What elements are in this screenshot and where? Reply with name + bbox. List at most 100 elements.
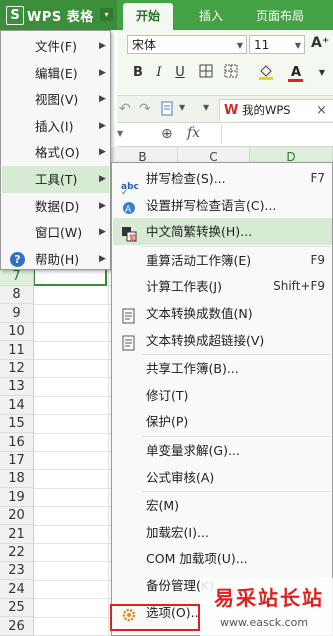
tab-insert[interactable]: 插入 [187, 0, 235, 30]
tools-submenu: abc ✓ 拼写检查(S)... F7 A 设置拼写检查语言(C)... 繁 中文简繁转换(H… [111, 162, 333, 636]
row-header[interactable]: 18 [0, 470, 33, 489]
submenu-item-formula-audit[interactable]: 公式审核(A) [113, 464, 332, 491]
undo-icon[interactable]: ↶ [119, 101, 131, 117]
menu-item-label: 格式(O) [35, 145, 80, 161]
menu-item-tools[interactable]: 工具(T) ▶ [2, 166, 109, 193]
menu-item-window[interactable]: 窗口(W) ▶ [2, 219, 109, 246]
submenu-item-calc-sheet[interactable]: 计算工作表(J) Shift+F9 [113, 273, 332, 300]
menu-item-label: 数据(D) [35, 198, 80, 214]
submenu-item-macro[interactable]: 宏(M) [113, 492, 332, 519]
svg-text:繁: 繁 [129, 233, 136, 242]
submenu-item-spell-check[interactable]: abc ✓ 拼写检查(S)... F7 [113, 165, 332, 198]
help-icon: ? [10, 251, 25, 267]
wps-main-menu: 文件(F) ▶ 编辑(E) ▶ 视图(V) ▶ 插入(I) ▶ 格式(O) ▶ 工具(T) ▶ 数据(D… [0, 30, 111, 270]
zoom-search-icon[interactable]: ⊕ [161, 126, 173, 142]
menu-item-label: 视图(V) [35, 92, 79, 108]
row-header[interactable]: 24 [0, 581, 33, 599]
submenu-item-protect[interactable]: 保护(P) [113, 408, 332, 435]
row-header[interactable]: 26 [0, 618, 33, 636]
doc-tab-label: 我的WPS [242, 103, 291, 117]
menu-item-label: 插入(I) [35, 118, 74, 134]
menu-item-view[interactable]: 视图(V) ▶ [2, 86, 109, 113]
submenu-item-recalc-workbook[interactable]: 重算活动工作簿(E) F9 [113, 247, 332, 274]
grow-font-button[interactable]: A⁺ [311, 34, 329, 52]
print-preview-icon[interactable] [161, 101, 175, 119]
grid-line [33, 359, 111, 360]
menu-item-data[interactable]: 数据(D) ▶ [2, 193, 109, 220]
watermark-url: www.easck.com [220, 616, 309, 629]
submenu-arrow-icon: ▶ [99, 67, 106, 78]
submenu-arrow-icon: ▶ [99, 200, 106, 211]
underline-button[interactable]: U [171, 64, 189, 82]
row-header[interactable]: 10 [0, 323, 33, 342]
menu-item-help[interactable]: 帮助(H)? ▶ [2, 246, 109, 273]
row-header[interactable]: 21 [0, 526, 33, 544]
italic-button[interactable]: I [150, 64, 168, 82]
bold-button[interactable]: B [129, 64, 147, 82]
redo-icon[interactable]: ↷ [139, 101, 151, 117]
submenu-item-simplified-traditional[interactable]: 繁 中文简繁转换(H)... [113, 218, 332, 246]
borders-icon[interactable] [197, 64, 215, 82]
submenu-item-share-workbook[interactable]: 共享工作簿(B)... [113, 355, 332, 382]
menu-item-label: 文件(F) [35, 39, 77, 54]
menu-item-insert[interactable]: 插入(I) ▶ [2, 113, 109, 140]
menu-item-format[interactable]: 格式(O) ▶ [2, 139, 109, 166]
submenu-item-spell-language[interactable]: A 设置拼写检查语言(C)... [113, 192, 332, 219]
chevron-down-icon[interactable]: ▼ [179, 103, 185, 112]
submenu-item-text-to-hyperlink[interactable]: 文本转换成超链接(V) [113, 327, 332, 354]
chevron-down-icon[interactable]: ▼ [313, 64, 331, 82]
submenu-item-label: 文本转换成数值(N) [146, 306, 253, 321]
spell-check-icon: abc ✓ [121, 182, 139, 198]
wps-app-menu-button[interactable]: S WPS 表格 ▾ [0, 0, 117, 30]
row-header[interactable]: 8 [0, 286, 33, 305]
chinese-convert-icon: 繁 [121, 224, 137, 242]
submenu-item-com-add-ins[interactable]: COM 加载项(U)... [113, 545, 332, 572]
cell-area[interactable] [33, 268, 111, 636]
spell-language-icon: A [121, 198, 137, 215]
font-name-select[interactable]: 宋体 ▼ [127, 35, 247, 54]
tab-home[interactable]: 开始 [123, 3, 173, 30]
row-header[interactable]: 12 [0, 360, 33, 378]
submenu-item-add-ins[interactable]: 加载宏(I)... [113, 519, 332, 546]
submenu-item-track-changes[interactable]: 修订(T) [113, 382, 332, 409]
row-header[interactable]: 14 [0, 397, 33, 415]
row-header-column: 7 8 9 10 11 12 13 14 15 16 17 18 19 20 21 22 23 24 25 26 [0, 268, 34, 636]
row-header[interactable]: 25 [0, 599, 33, 618]
close-icon[interactable]: × [316, 100, 327, 121]
grid-line [33, 432, 111, 434]
grid-line [33, 377, 111, 379]
menu-item-file[interactable]: 文件(F) ▶ [2, 33, 109, 60]
grid-line [33, 451, 111, 452]
row-header[interactable]: 16 [0, 434, 33, 452]
row-header[interactable]: 9 [0, 305, 33, 323]
submenu-item-label: 重算活动工作簿(E) [146, 252, 252, 268]
fx-function-button[interactable]: fx [187, 125, 200, 141]
cell-border-style-icon[interactable] [222, 64, 240, 82]
row-header[interactable]: 11 [0, 342, 33, 360]
shortcut-key: F9 [310, 252, 325, 267]
row-header[interactable]: 23 [0, 562, 33, 581]
row-header[interactable]: 17 [0, 452, 33, 470]
row-header[interactable]: 15 [0, 415, 33, 434]
submenu-arrow-icon: ▶ [99, 94, 106, 105]
row-header[interactable]: 20 [0, 507, 33, 526]
grid-line [33, 469, 111, 471]
quick-access-more-icon[interactable]: ▼ [203, 103, 209, 112]
menu-item-label: 窗口(W) [35, 225, 83, 241]
row-header[interactable]: 19 [0, 489, 33, 507]
row-header[interactable]: 22 [0, 544, 33, 562]
font-size-value: 11 [254, 38, 270, 52]
fill-color-icon[interactable] [257, 64, 275, 82]
submenu-item-text-to-number[interactable]: 文本转换成数值(N) [113, 300, 332, 327]
chevron-down-icon[interactable]: ▼ [117, 123, 125, 145]
text-to-number-icon [121, 306, 137, 324]
doc-tab-my-wps[interactable]: W 我的WPS × [219, 99, 333, 121]
tab-page-layout[interactable]: 页面布局 [245, 0, 315, 30]
font-size-select[interactable]: 11 ▼ [249, 35, 305, 54]
menu-item-edit[interactable]: 编辑(E) ▶ [2, 60, 109, 87]
submenu-item-goal-seek[interactable]: 单变量求解(G)... [113, 437, 332, 464]
formula-input[interactable] [221, 125, 332, 144]
row-header[interactable]: 13 [0, 378, 33, 397]
submenu-item-label: 计算工作表(J) [146, 279, 222, 295]
font-color-icon[interactable]: A [287, 64, 305, 82]
